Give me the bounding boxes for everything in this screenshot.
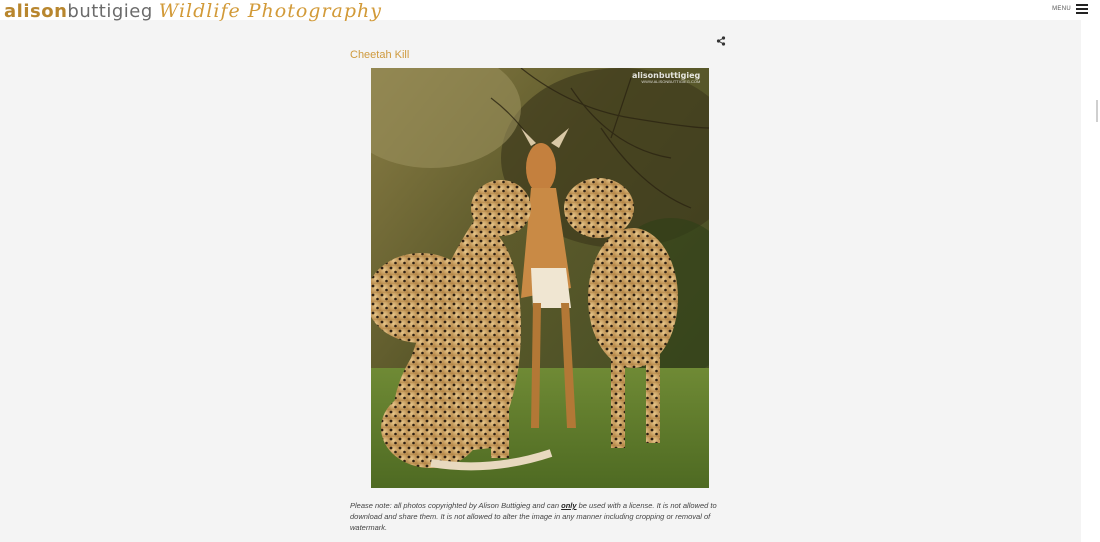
watermark-url: WWW.ALISONBUTTIGIEG.COM bbox=[641, 79, 701, 84]
scrollbar[interactable] bbox=[1081, 20, 1100, 542]
page: alisonbuttigieg Wildlife Photography MENU… bbox=[0, 0, 1100, 542]
menu-label: MENU bbox=[1052, 6, 1071, 12]
photo-title: Cheetah Kill bbox=[350, 49, 410, 61]
site-logo[interactable]: alisonbuttigieg Wildlife Photography bbox=[4, 1, 382, 22]
scrollbar-thumb[interactable] bbox=[1096, 100, 1098, 122]
notice-emphasis: only bbox=[561, 501, 577, 510]
copyright-notice: Please note: all photos copyrighted by A… bbox=[350, 500, 730, 533]
logo-first-name: alison bbox=[4, 1, 68, 22]
photo-watermark: alisonbuttigieg WWW.ALISONBUTTIGIEG.COM bbox=[632, 72, 700, 84]
logo-last-name: buttigieg bbox=[67, 1, 153, 22]
site-header: alisonbuttigieg Wildlife Photography MENU bbox=[0, 0, 1100, 22]
cheetah-photo[interactable] bbox=[371, 68, 709, 488]
menu-button[interactable]: MENU bbox=[1052, 4, 1088, 14]
notice-text-1: Please note: all photos copyrighted by A… bbox=[350, 501, 562, 510]
logo-tagline: Wildlife Photography bbox=[158, 0, 383, 22]
photo-illustration bbox=[371, 68, 709, 488]
hamburger-icon[interactable] bbox=[1076, 4, 1088, 14]
share-icon[interactable] bbox=[716, 36, 726, 46]
